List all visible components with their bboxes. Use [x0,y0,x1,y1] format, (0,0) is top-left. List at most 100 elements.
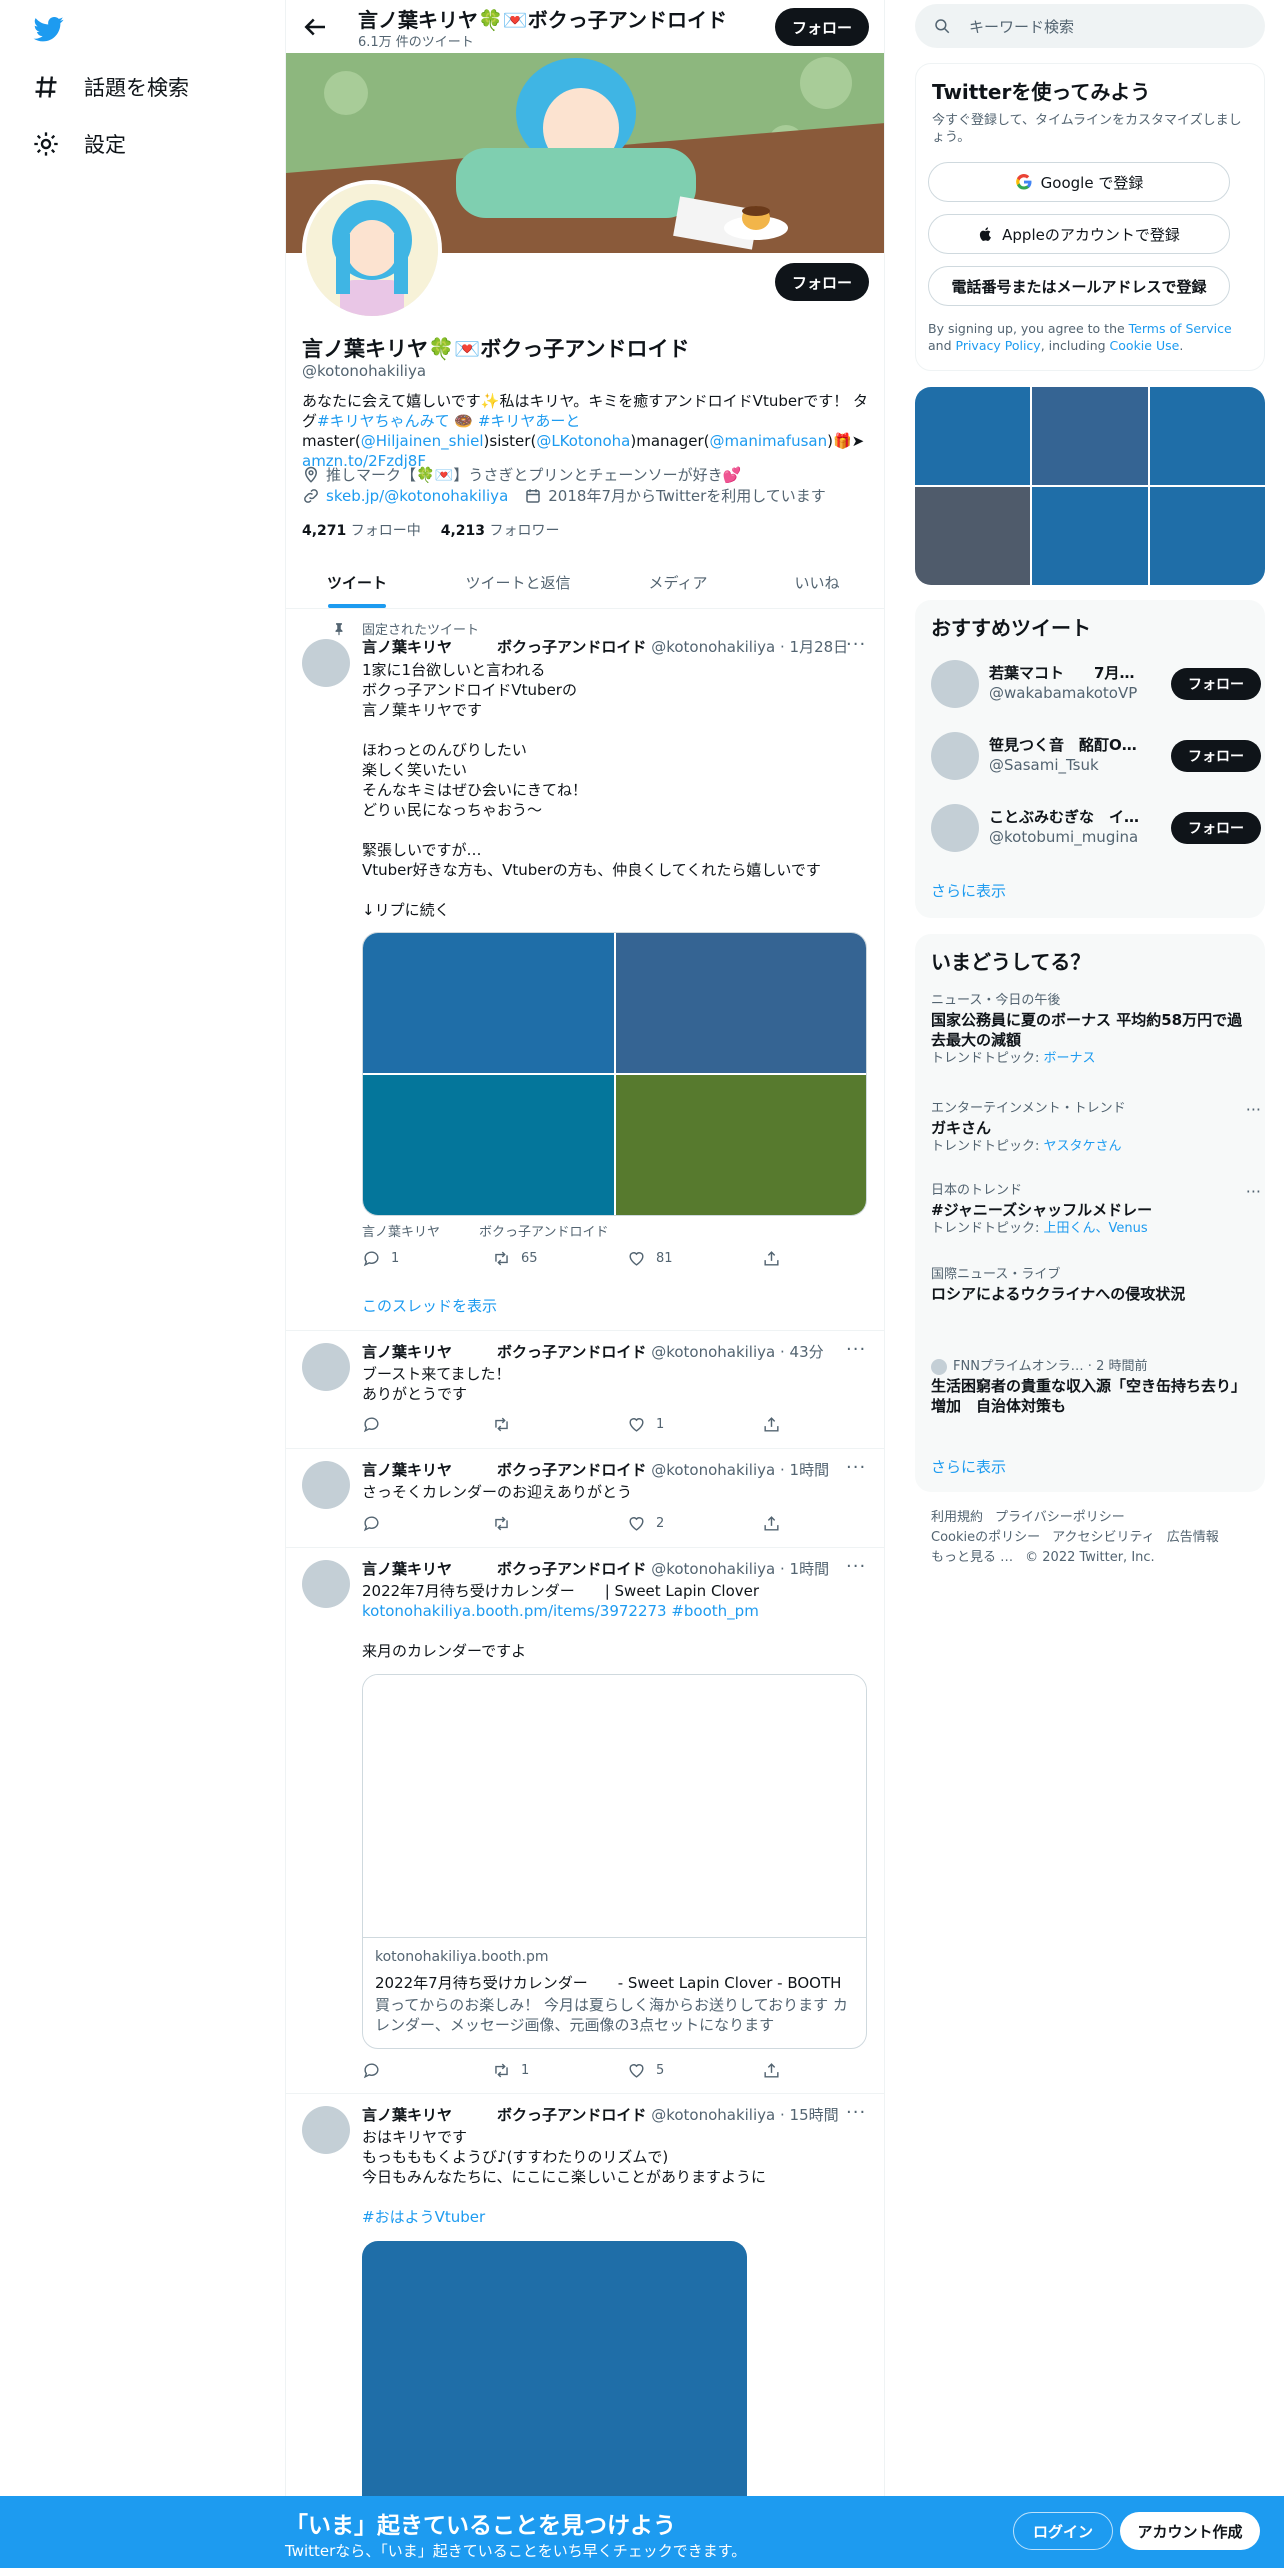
header-follow-button[interactable]: フォロー [775,8,869,46]
trend-topic-link[interactable]: ボーナス [1044,1051,1096,1066]
nav-settings[interactable]: 設定 [32,124,126,164]
more-options-icon[interactable]: ··· [1246,1100,1261,1119]
followers-stat[interactable]: 4,213 フォロワー [441,520,560,540]
tweet-author-name[interactable]: 言ノ葉キリヤ ボクっ子アンドロイド [362,2106,646,2124]
tweet-avatar[interactable] [302,1560,350,1608]
reply-button[interactable]: 1 [362,1249,399,1268]
create-account-button[interactable]: アカウント作成 [1120,2512,1260,2550]
media-image[interactable] [363,933,614,1073]
following-stat[interactable]: 4,271 フォロー中 [302,520,421,540]
media-image[interactable] [363,1075,614,1215]
photo-thumbnail[interactable] [1149,487,1265,585]
trend-topic-link[interactable]: ヤスタケさん [1044,1139,1122,1154]
bio-mention-link[interactable]: @Hiljainen_shiel [361,432,484,450]
show-more-link[interactable]: さらに表示 [931,1456,1006,1477]
twitter-bird-icon[interactable] [32,14,66,44]
tweet-pinned[interactable]: 固定されたツイート 言ノ葉キリヤ ボクっ子アンドロイド @kotonohakil… [286,609,884,1331]
trend-item[interactable]: FNNプライムオンラ… · 2 時間前 生活困窮者の貴重な収入源「空き缶持ち去り… [931,1358,1251,1416]
follow-button[interactable]: フォロー [1171,668,1261,700]
tab-tweets[interactable]: ツイート [286,556,428,609]
tab-tweets-replies[interactable]: ツイートと返信 [428,556,608,609]
like-button[interactable]: 81 [627,1249,673,1268]
bio-mention-link[interactable]: @LKotonoha [536,432,630,450]
footer-link-cookie[interactable]: Cookieのポリシー [931,1530,1040,1545]
reply-button[interactable] [362,1415,391,1434]
tweet-handle-time[interactable]: @kotonohakiliya · 1時間 [651,1560,829,1578]
footer-link-ads[interactable]: 広告情報 [1167,1530,1219,1545]
login-button[interactable]: ログイン [1013,2512,1113,2550]
cookie-use-link[interactable]: Cookie Use [1110,338,1180,353]
tweet-handle-time[interactable]: @kotonohakiliya · 1時間 [651,1461,829,1479]
avatar[interactable] [931,804,979,852]
google-signup-button[interactable]: Google で登録 [928,162,1230,202]
like-button[interactable]: 2 [627,1514,664,1533]
like-button[interactable]: 1 [627,1415,664,1434]
tweet-handle-time[interactable]: @kotonohakiliya · 43分 [651,1343,823,1361]
tab-media[interactable]: メディア [608,556,748,609]
share-button[interactable] [762,1514,781,1533]
tweet[interactable]: 言ノ葉キリヤ ボクっ子アンドロイド @kotonohakiliya · 1時間 … [286,1548,884,2094]
bio-hashtag-link[interactable]: #キリヤあーと [478,412,581,430]
like-button[interactable]: 5 [627,2061,664,2080]
footer-link-more[interactable]: もっと見る … [931,1550,1013,1565]
more-options-icon[interactable]: ··· [846,1457,866,1478]
tab-likes[interactable]: いいね [748,556,884,609]
tweet[interactable]: 言ノ葉キリヤ ボクっ子アンドロイド @kotonohakiliya · 43分 … [286,1331,884,1449]
profile-follow-button[interactable]: フォロー [775,263,869,301]
follow-button[interactable]: フォロー [1171,740,1261,772]
privacy-policy-link[interactable]: Privacy Policy [956,338,1041,353]
media-image[interactable] [615,1075,866,1215]
back-arrow-icon[interactable] [300,12,330,42]
trend-item[interactable]: 国際ニュース・ライブ ロシアによるウクライナへの侵攻状況 [931,1266,1251,1304]
photo-thumbnail[interactable] [1032,487,1148,585]
share-button[interactable] [762,1415,781,1434]
tweet-avatar[interactable] [302,1461,350,1509]
footer-link-terms[interactable]: 利用規約 [931,1510,983,1525]
website-link[interactable]: skeb.jp/@kotonohakiliya [326,487,508,505]
tweet[interactable]: 言ノ葉キリヤ ボクっ子アンドロイド @kotonohakiliya · 1時間 … [286,1449,884,1548]
terms-of-service-link[interactable]: Terms of Service [1129,321,1232,336]
avatar[interactable] [931,732,979,780]
show-thread-link[interactable]: このスレッドを表示 [362,1295,497,1316]
photo-thumbnail[interactable] [915,387,1031,485]
tweet-avatar[interactable] [302,2106,350,2154]
tweet-handle-time[interactable]: @kotonohakiliya · 1月28日 [651,638,848,656]
tweet-author-name[interactable]: 言ノ葉キリヤ ボクっ子アンドロイド [362,1560,646,1578]
apple-signup-button[interactable]: Appleのアカウントで登録 [928,214,1230,254]
trend-topic-link[interactable]: 上田くん、Venus [1044,1221,1148,1236]
photo-thumbnail[interactable] [1032,387,1148,485]
tweet-author-name[interactable]: 言ノ葉キリヤ ボクっ子アンドロイド [362,1343,646,1361]
tweet-link[interactable]: kotonohakiliya.booth.pm/items/3972273 #b… [362,1601,870,1621]
phone-email-signup-button[interactable]: 電話番号またはメールアドレスで登録 [928,266,1230,306]
more-options-icon[interactable]: ··· [846,2102,866,2123]
retweet-button[interactable]: 1 [492,2061,529,2080]
more-options-icon[interactable]: ··· [1246,1182,1261,1201]
nav-explore[interactable]: 話題を検索 [32,67,189,107]
search-box[interactable]: キーワード検索 [915,4,1265,48]
photo-thumbnail[interactable] [1149,387,1265,485]
retweet-button[interactable]: 65 [492,1249,538,1268]
bio-hashtag-link[interactable]: #キリヤちゃんみて [317,412,450,430]
avatar[interactable] [931,660,979,708]
recommended-user[interactable]: ことぶみむぎな イ… @kotobumi_mugina フォロー [931,798,1261,858]
footer-link-privacy[interactable]: プライバシーポリシー [995,1510,1125,1525]
recommended-user[interactable]: 笹見つく音 酩酊O… @Sasami_Tsuk フォロー [931,726,1261,786]
trend-item[interactable]: ニュース・今日の午後 国家公務員に夏のボーナス 平均約58万円で過去最大の減額 … [931,992,1251,1068]
follow-button[interactable]: フォロー [1171,812,1261,844]
recommended-user-name[interactable]: 若葉マコト 7月7日… [989,662,1139,683]
photo-thumbnail[interactable] [915,487,1031,585]
share-button[interactable] [762,1249,781,1268]
tweet-avatar[interactable] [302,639,350,687]
trend-item[interactable]: エンターテインメント・トレンド ガキさん トレンドトピック: ヤスタケさん ··… [931,1100,1261,1156]
link-card[interactable]: kotonohakiliya.booth.pm 2022年7月待ち受けカレンダー… [362,1674,867,2049]
tweet-author-name[interactable]: 言ノ葉キリヤ ボクっ子アンドロイド [362,638,646,656]
more-options-icon[interactable]: ··· [846,1556,866,1577]
share-button[interactable] [762,2061,781,2080]
recommended-user-name[interactable]: 笹見つく音 酩酊O… [989,734,1139,755]
retweet-button[interactable] [492,1514,521,1533]
tweet-avatar[interactable] [302,1343,350,1391]
recommended-user-name[interactable]: ことぶみむぎな イ… [989,806,1139,827]
reply-button[interactable] [362,1514,391,1533]
tweet-author-name[interactable]: 言ノ葉キリヤ ボクっ子アンドロイド [362,1461,646,1479]
trend-item[interactable]: 日本のトレンド #ジャニーズシャッフルメドレー トレンドトピック: 上田くん、V… [931,1182,1261,1238]
